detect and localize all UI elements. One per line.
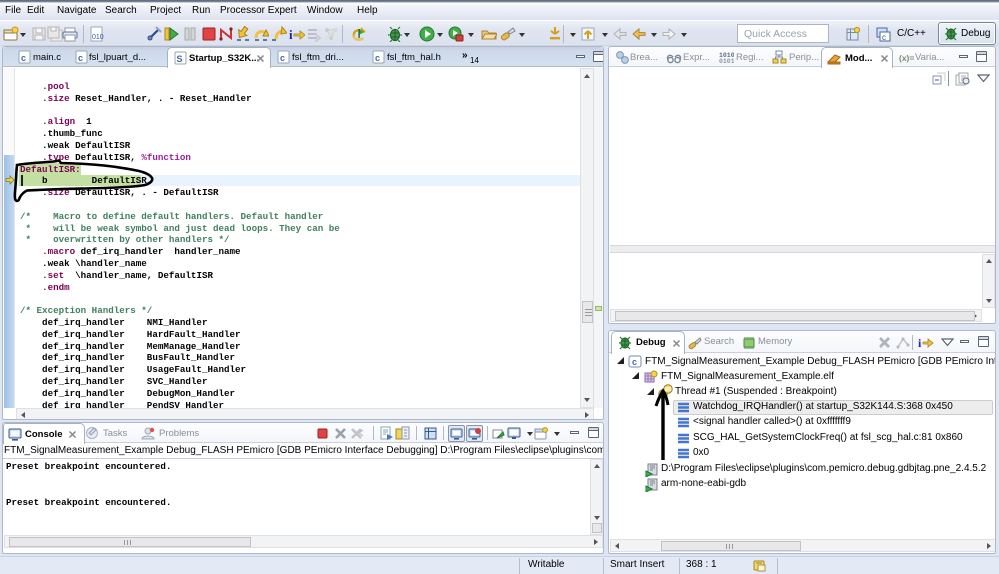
svg-text:i: i xyxy=(289,27,293,42)
svg-text:c: c xyxy=(375,53,380,63)
svg-text:c: c xyxy=(21,53,26,63)
svg-text:c: c xyxy=(280,53,285,63)
svg-text:c: c xyxy=(882,33,886,42)
svg-text:010: 010 xyxy=(92,34,104,41)
svg-text:0101: 0101 xyxy=(719,58,734,64)
svg-text:i: i xyxy=(918,336,922,350)
svg-text:c: c xyxy=(78,53,83,63)
svg-text:S: S xyxy=(177,54,183,64)
svg-text:c: c xyxy=(632,357,637,367)
